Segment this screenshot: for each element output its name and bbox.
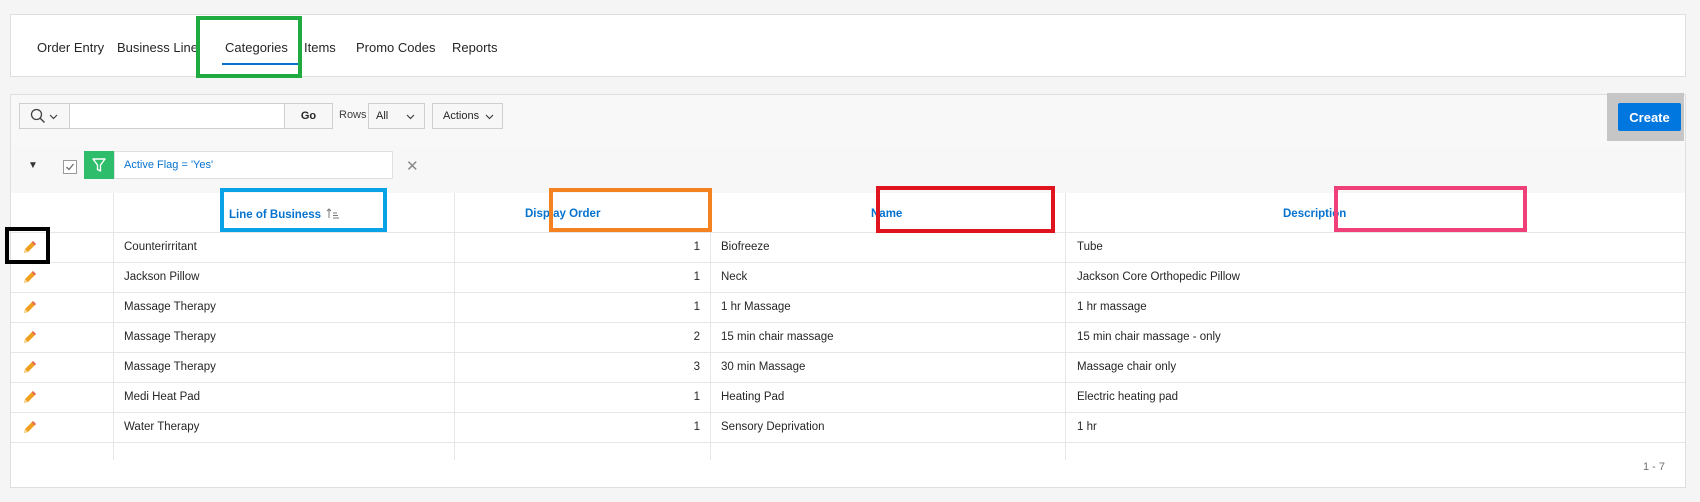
pencil-icon[interactable] [21,388,39,406]
cell-display-order: 1 [693,271,700,283]
tab-items[interactable]: Items [304,40,336,55]
filter-icon [84,151,114,179]
checkbox-icon[interactable] [63,160,77,174]
cell-description: 1 hr massage [1077,301,1147,313]
cell-line-of-business: Medi Heat Pad [124,391,201,403]
tab-business-line[interactable]: Business Line [117,40,198,55]
pencil-icon[interactable] [21,328,39,346]
cell-display-order: 1 [693,421,700,433]
cell-name: Sensory Deprivation [721,421,825,433]
chevron-down-icon [485,114,494,120]
header-name[interactable]: Name [871,208,902,220]
header-line-of-business[interactable]: Line of Business [229,208,340,221]
header-description[interactable]: Description [1283,208,1346,220]
cell-description: Jackson Core Orthopedic Pillow [1077,271,1240,283]
cell-name: Biofreeze [721,241,770,253]
search-column-selector[interactable] [20,104,70,128]
cell-line-of-business: Counterirritant [124,241,197,253]
pencil-icon[interactable] [21,358,39,376]
interactive-report: Go Rows All Actions Create ▼ Active Flag… [10,93,1686,488]
table-row: Counterirritant 1 Biofreeze Tube [11,232,1685,263]
pencil-icon[interactable] [21,268,39,286]
search-bar: Go [19,103,333,129]
search-input[interactable] [70,104,284,128]
cell-display-order: 1 [693,241,700,253]
close-icon[interactable]: ✕ [406,157,419,175]
cell-name: 15 min chair massage [721,331,834,343]
table-row: Medi Heat Pad 1 Heating Pad Electric hea… [11,382,1685,413]
cell-description: Tube [1077,241,1103,253]
tab-categories[interactable]: Categories [225,40,288,55]
tabs-panel: Order Entry Business Line Categories Ite… [10,14,1686,77]
cell-display-order: 3 [693,361,700,373]
cell-display-order: 1 [693,391,700,403]
cell-name: Heating Pad [721,391,785,403]
cell-line-of-business: Massage Therapy [124,361,216,373]
caret-down-icon[interactable]: ▼ [28,160,38,171]
pagination-info: 1 - 7 [1642,461,1665,473]
filter-condition[interactable]: Active Flag = 'Yes' [114,151,393,179]
cell-line-of-business: Massage Therapy [124,301,216,313]
cell-name: 1 hr Massage [721,301,791,313]
chevron-down-icon [49,114,58,120]
table-row: Massage Therapy 2 15 min chair massage 1… [11,322,1685,353]
actions-menu-button[interactable]: Actions [432,103,503,129]
cell-description: 1 hr [1077,421,1097,433]
actions-label: Actions [443,110,480,122]
pencil-icon[interactable] [21,418,39,436]
tab-order-entry[interactable]: Order Entry [37,40,104,55]
cell-line-of-business: Massage Therapy [124,331,216,343]
search-icon [30,108,45,123]
table-row: Jackson Pillow 1 Neck Jackson Core Ortho… [11,262,1685,293]
header-display-order[interactable]: Display Order [525,208,600,220]
pencil-icon[interactable] [21,298,39,316]
rows-label: Rows [339,109,367,121]
chevron-down-icon [406,114,415,120]
active-tab-indicator [222,63,301,65]
rows-select[interactable]: All [368,103,425,129]
pencil-icon[interactable] [21,238,39,256]
cell-description: Electric heating pad [1077,391,1179,403]
sort-ascending-icon [326,208,340,219]
table-row: Massage Therapy 3 30 min Massage Massage… [11,352,1685,383]
tab-reports[interactable]: Reports [452,40,498,55]
tab-promo-codes[interactable]: Promo Codes [356,40,435,55]
go-button[interactable]: Go [284,104,332,128]
cell-name: Neck [721,271,748,283]
cell-display-order: 2 [693,331,700,343]
cell-line-of-business: Water Therapy [124,421,200,433]
filter-row: ▼ Active Flag = 'Yes' ✕ [11,146,1685,194]
cell-name: 30 min Massage [721,361,806,373]
header-line-of-business-label: Line of Business [229,209,322,221]
create-button[interactable]: Create [1618,103,1681,131]
table-row: Water Therapy 1 Sensory Deprivation 1 hr [11,412,1685,443]
cell-line-of-business: Jackson Pillow [124,271,200,283]
cell-display-order: 1 [693,301,700,313]
cell-description: Massage chair only [1077,361,1177,373]
rows-select-value: All [376,110,389,122]
table-row: Massage Therapy 1 1 hr Massage 1 hr mass… [11,292,1685,323]
cell-description: 15 min chair massage - only [1077,331,1221,343]
